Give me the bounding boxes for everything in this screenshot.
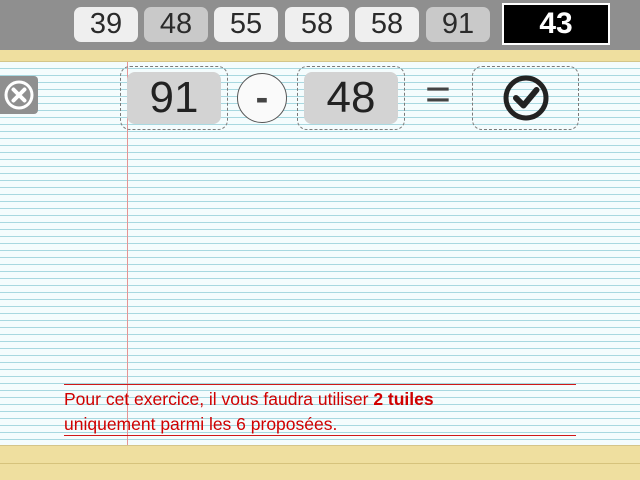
check-circle-icon bbox=[503, 75, 548, 121]
operand2-tile[interactable]: 48 bbox=[304, 72, 398, 124]
operand1-tile[interactable]: 91 bbox=[127, 72, 221, 124]
instructions-line2: uniquement parmi les 6 proposées. bbox=[64, 414, 338, 434]
number-tiles-bar: 39 48 55 58 58 91 43 bbox=[0, 0, 640, 50]
operand1-slot[interactable]: 91 bbox=[120, 66, 228, 130]
instructions-text: Pour cet exercice, il vous faudra utilis… bbox=[64, 384, 576, 436]
number-tile[interactable]: 48 bbox=[144, 7, 208, 42]
number-tile[interactable]: 58 bbox=[355, 7, 419, 42]
instructions-tile-count: 2 tuiles bbox=[373, 389, 434, 409]
instructions-line1: Pour cet exercice, il vous faudra utilis… bbox=[64, 389, 374, 409]
number-tile[interactable]: 39 bbox=[74, 7, 138, 42]
operator-button[interactable]: - bbox=[237, 73, 287, 123]
close-button[interactable] bbox=[0, 76, 38, 114]
target-number: 43 bbox=[502, 3, 610, 45]
operand2-slot[interactable]: 48 bbox=[297, 66, 405, 130]
number-tile[interactable]: 58 bbox=[285, 7, 349, 42]
paper-top-band bbox=[0, 50, 640, 62]
number-tile[interactable]: 55 bbox=[214, 7, 278, 42]
equals-sign: = bbox=[425, 70, 451, 119]
close-circle-icon[interactable] bbox=[3, 79, 35, 111]
paper-bottom-band bbox=[0, 445, 640, 480]
result-slot[interactable] bbox=[472, 66, 579, 130]
number-tile[interactable]: 91 bbox=[426, 7, 490, 42]
